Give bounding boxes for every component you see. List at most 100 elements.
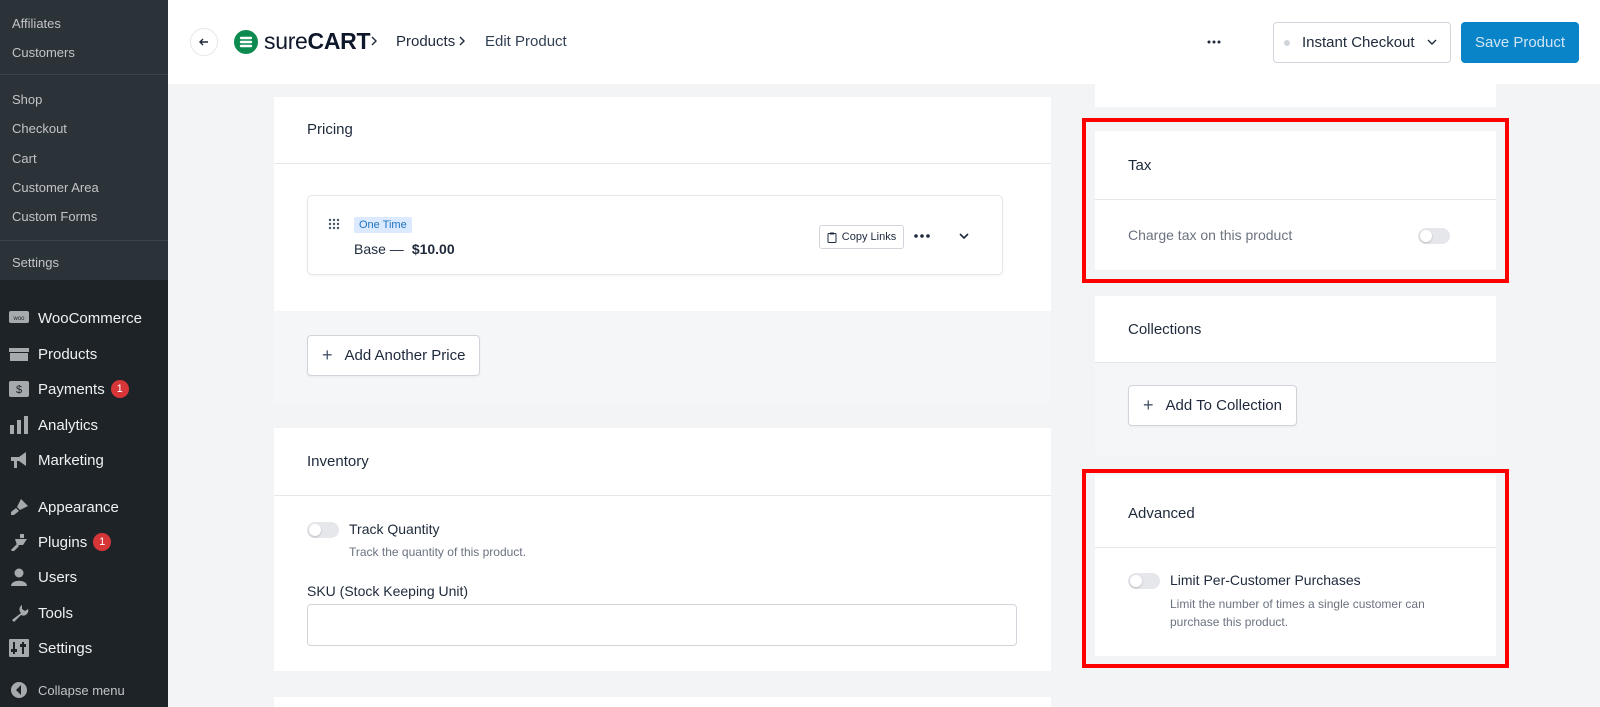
submenu-item-shop[interactable]: Shop <box>12 92 42 107</box>
price-row[interactable]: One Time Base — $10.00 Copy Links <box>307 195 1003 275</box>
drag-handle-icon[interactable] <box>328 218 340 230</box>
toggle-knob <box>1420 230 1432 242</box>
menu-label: Products <box>38 345 98 363</box>
status-dot <box>1284 39 1290 46</box>
tax-card: Tax Charge tax on this product <box>1095 131 1496 270</box>
menu-item-appearance[interactable]: Appearance <box>0 490 168 524</box>
inventory-title: Inventory <box>307 453 369 470</box>
price-name: Base — <box>354 241 404 257</box>
card-divider <box>1095 547 1496 548</box>
copy-links-button[interactable]: Copy Links <box>819 225 904 249</box>
menu-label: Tools <box>38 604 74 622</box>
product-header: sureCART Products Edit Product Instant C… <box>168 0 1600 84</box>
add-another-price-button[interactable]: + Add Another Price <box>307 335 481 376</box>
charge-tax-label: Charge tax on this product <box>1128 227 1293 243</box>
charge-tax-toggle[interactable] <box>1418 228 1450 244</box>
plus-icon: + <box>1143 395 1154 415</box>
menu-item-payments[interactable]: $ Payments 1 <box>0 372 168 406</box>
menu-item-products[interactable]: Products <box>0 337 168 371</box>
submenu-item-settings[interactable]: Settings <box>12 255 59 270</box>
logo-word-bold: CART <box>307 28 371 54</box>
notification-badge: 1 <box>110 380 129 398</box>
advanced-title: Advanced <box>1128 505 1195 522</box>
ellipsis-icon <box>914 234 930 238</box>
limit-purchases-label: Limit Per-Customer Purchases <box>1170 572 1361 588</box>
collapse-arrow-icon <box>8 680 30 700</box>
surecart-logo[interactable]: sureCART <box>234 28 371 55</box>
menu-item-plugins[interactable]: Plugins 1 <box>0 525 168 559</box>
woocommerce-icon: woo <box>8 308 30 328</box>
clipboard-icon <box>827 232 837 243</box>
add-to-collection-label: Add To Collection <box>1165 397 1282 414</box>
collapse-menu-button[interactable]: Collapse menu <box>0 673 168 707</box>
menu-label: Analytics <box>38 416 99 434</box>
submenu-item-customer-area[interactable]: Customer Area <box>12 180 99 195</box>
svg-text:woo: woo <box>12 316 25 322</box>
user-icon <box>8 567 30 587</box>
track-quantity-help: Track the quantity of this product. <box>349 545 526 559</box>
menu-item-analytics[interactable]: Analytics <box>0 408 168 442</box>
submenu-item-checkout[interactable]: Checkout <box>12 121 67 136</box>
arrow-left-icon <box>199 38 208 46</box>
plugin-icon <box>8 532 30 552</box>
track-quantity-label: Track Quantity <box>349 521 440 537</box>
pricing-card: Pricing One Time Base — $10.00 Copy Links… <box>274 97 1051 403</box>
submenu-item-custom-forms[interactable]: Custom Forms <box>12 209 97 224</box>
chevron-down-icon[interactable] <box>956 228 972 244</box>
price-summary: Base — $10.00 <box>354 241 455 257</box>
tax-title: Tax <box>1128 157 1152 174</box>
submenu-item-cart[interactable]: Cart <box>12 151 37 166</box>
add-another-price-label: Add Another Price <box>344 347 466 364</box>
collections-title: Collections <box>1128 321 1202 338</box>
ellipsis-icon <box>1207 40 1221 44</box>
back-button[interactable] <box>190 28 218 56</box>
card-divider <box>1095 199 1496 200</box>
collections-card: Collections + Add To Collection <box>1095 296 1496 455</box>
limit-purchases-help-line-2: purchase this product. <box>1170 615 1289 629</box>
collapse-menu-label: Collapse menu <box>38 682 125 698</box>
save-product-button[interactable]: Save Product <box>1461 22 1579 63</box>
breadcrumb-products[interactable]: Products <box>396 33 455 50</box>
admin-sidebar: Affiliates Customers Shop Checkout Cart … <box>0 0 168 707</box>
plus-icon: + <box>322 345 333 365</box>
pricing-title: Pricing <box>307 121 353 138</box>
notification-badge: 1 <box>93 533 112 551</box>
menu-item-marketing[interactable]: Marketing <box>0 443 168 477</box>
instant-checkout-dropdown[interactable]: Instant Checkout <box>1273 22 1451 63</box>
menu-item-tools[interactable]: Tools <box>0 596 168 630</box>
submenu-item-affiliates[interactable]: Affiliates <box>12 16 61 31</box>
menu-item-woocommerce[interactable]: woo WooCommerce <box>0 301 168 335</box>
breadcrumb-edit-product: Edit Product <box>485 33 567 50</box>
limit-purchases-help-line-1: Limit the number of times a single custo… <box>1170 597 1425 611</box>
analytics-icon <box>8 415 30 435</box>
advanced-card: Advanced Limit Per-Customer Purchases Li… <box>1095 475 1496 656</box>
menu-label: Marketing <box>38 451 104 469</box>
paintbrush-icon <box>8 497 30 517</box>
logo-wordmark: sureCART <box>264 28 371 55</box>
menu-item-settings[interactable]: Settings <box>0 631 168 665</box>
previous-card-edge <box>1095 84 1496 107</box>
menu-item-users[interactable]: Users <box>0 560 168 594</box>
limit-purchases-toggle[interactable] <box>1128 573 1160 589</box>
more-options-button[interactable] <box>1202 30 1226 54</box>
price-more-button[interactable] <box>912 228 932 244</box>
submenu-item-customers[interactable]: Customers <box>12 45 75 60</box>
instant-checkout-label: Instant Checkout <box>1302 34 1415 51</box>
payments-icon: $ <box>8 379 30 399</box>
surecart-logo-icon <box>234 29 258 54</box>
track-quantity-toggle[interactable] <box>307 522 339 538</box>
sku-input[interactable] <box>307 604 1017 646</box>
products-icon <box>8 344 30 364</box>
wrench-icon <box>8 603 30 623</box>
next-card-edge <box>274 697 1051 707</box>
toggle-knob <box>309 524 321 536</box>
submenu-divider <box>0 240 168 241</box>
add-to-collection-button[interactable]: + Add To Collection <box>1128 385 1297 426</box>
price-amount: $10.00 <box>411 241 455 257</box>
chevron-right-icon <box>459 36 465 46</box>
menu-label: Payments <box>38 380 105 398</box>
card-divider <box>274 495 1051 496</box>
submenu-background <box>0 0 168 280</box>
menu-label: Plugins <box>38 533 88 551</box>
submenu-divider <box>0 74 168 75</box>
